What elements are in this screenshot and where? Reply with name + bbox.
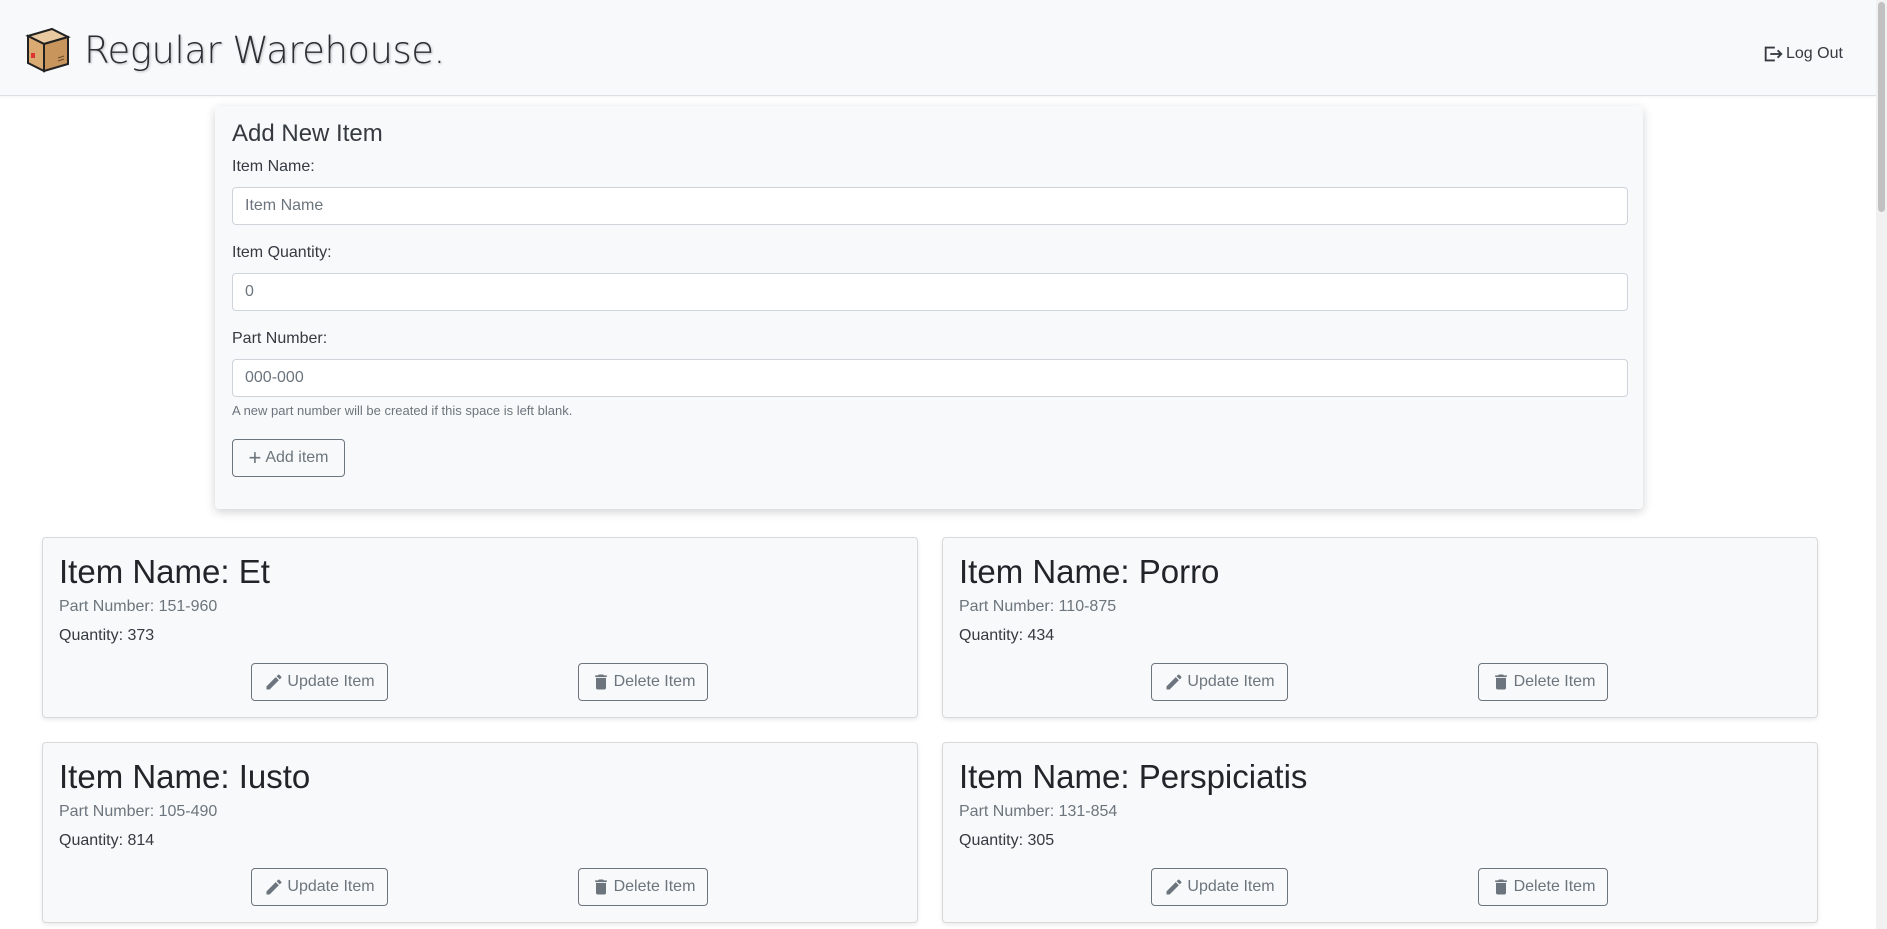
update-item-label: Update Item (1187, 673, 1275, 690)
logout-button[interactable]: Log Out (1762, 43, 1843, 65)
update-item-button[interactable]: Update Item (1151, 868, 1288, 906)
delete-item-button[interactable]: Delete Item (1478, 663, 1608, 701)
item-name: Item Name: Et (59, 553, 270, 590)
cardboard-box-icon (25, 27, 71, 73)
delete-item-button[interactable]: Delete Item (578, 868, 708, 906)
trash-icon (594, 674, 607, 690)
delete-item-button[interactable]: Delete Item (578, 663, 708, 701)
scrollbar-thumb[interactable] (1878, 2, 1885, 212)
update-item-button[interactable]: Update Item (1151, 663, 1288, 701)
add-item-card: Add New Item Item Name: Item Quantity: P… (215, 106, 1643, 509)
part-number-label: Part Number: (232, 330, 328, 347)
item-name: Item Name: Perspiciatis (959, 758, 1308, 795)
add-item-button[interactable]: + Add item (232, 439, 345, 477)
item-name: Item Name: Porro (959, 553, 1220, 590)
pencil-icon (1166, 879, 1182, 895)
logout-label: Log Out (1786, 45, 1843, 62)
item-name-input[interactable] (232, 187, 1628, 225)
pencil-icon (1166, 674, 1182, 690)
brand[interactable]: Regular Warehouse. (22, 26, 445, 74)
delete-item-label: Delete Item (1513, 673, 1596, 690)
item-part-number: Part Number: 110-875 (959, 598, 1117, 615)
update-item-label: Update Item (287, 673, 375, 690)
item-name: Item Name: Iusto (59, 758, 311, 795)
item-part-number: Part Number: 131-854 (959, 803, 1118, 820)
logout-icon (1764, 46, 1783, 62)
item-part-number: Part Number: 151-960 (59, 598, 218, 615)
delete-item-label: Delete Item (613, 878, 696, 895)
delete-item-label: Delete Item (1513, 878, 1596, 895)
app-title: Regular Warehouse. (84, 28, 445, 72)
update-item-button[interactable]: Update Item (251, 868, 388, 906)
update-item-button[interactable]: Update Item (251, 663, 388, 701)
vertical-scrollbar[interactable] (1876, 0, 1887, 929)
item-quantity-input[interactable] (232, 273, 1628, 311)
update-item-label: Update Item (287, 878, 375, 895)
item-quantity: Quantity: 814 (59, 832, 155, 849)
part-number-help: A new part number will be created if thi… (232, 403, 573, 418)
item-part-number: Part Number: 105-490 (59, 803, 218, 820)
delete-item-button[interactable]: Delete Item (1478, 868, 1608, 906)
item-name-label: Item Name: (232, 158, 315, 175)
part-number-input[interactable] (232, 359, 1628, 397)
trash-icon (1494, 879, 1507, 895)
item-card: Item Name: Perspiciatis Part Number: 131… (942, 742, 1818, 923)
plus-icon: + (248, 445, 262, 470)
navbar: Regular Warehouse. Log Out (0, 0, 1876, 96)
update-item-label: Update Item (1187, 878, 1275, 895)
trash-icon (1494, 674, 1507, 690)
delete-item-label: Delete Item (613, 673, 696, 690)
item-quantity: Quantity: 305 (959, 832, 1055, 849)
item-card: Item Name: Iusto Part Number: 105-490 Qu… (42, 742, 918, 923)
item-card: Item Name: Et Part Number: 151-960 Quant… (42, 537, 918, 718)
trash-icon (594, 879, 607, 895)
item-quantity: Quantity: 434 (959, 627, 1055, 644)
item-quantity: Quantity: 373 (59, 627, 155, 644)
item-quantity-label: Item Quantity: (232, 244, 332, 261)
pencil-icon (266, 879, 282, 895)
add-item-title: Add New Item (232, 120, 383, 147)
add-item-button-label: Add item (265, 449, 329, 466)
item-card: Item Name: Porro Part Number: 110-875 Qu… (942, 537, 1818, 718)
pencil-icon (266, 674, 282, 690)
